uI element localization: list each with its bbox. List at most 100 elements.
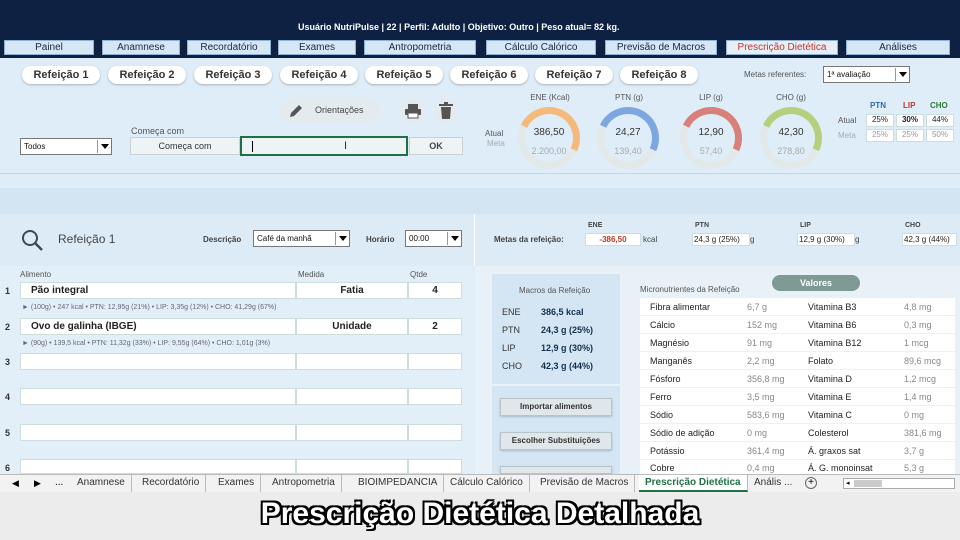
print-button[interactable] xyxy=(400,98,426,124)
metas-lip-value: 12,9 g (30%) xyxy=(797,233,855,246)
food-cell[interactable] xyxy=(20,459,296,474)
sheet-tab-antropometria[interactable]: Antropometria xyxy=(266,475,342,492)
orientacoes-button[interactable]: Orientações xyxy=(280,98,380,124)
qty-cell[interactable]: 4 xyxy=(408,282,462,299)
metas-ptn-value: 24,3 g (25%) xyxy=(692,233,750,246)
micro-name: Á. graxos sat xyxy=(808,446,861,456)
micro-name: Potássio xyxy=(650,446,685,456)
qty-cell[interactable] xyxy=(408,459,462,474)
descricao-label: Descrição xyxy=(203,235,242,244)
qty-cell[interactable]: 2 xyxy=(408,318,462,335)
micro-name: Manganês xyxy=(650,356,693,366)
meal-tab-2[interactable]: Refeição 2 xyxy=(108,66,186,84)
sheet-tab-bioimpedancia[interactable]: BIOIMPEDANCIA xyxy=(352,475,445,492)
scroll-left-icon[interactable]: ◂ xyxy=(846,480,854,487)
nav-calculo-calorico[interactable]: Cálculo Calórico xyxy=(486,40,596,55)
metas-ref-select[interactable]: 1ª avaliação xyxy=(823,66,910,83)
scrollbar-thumb[interactable] xyxy=(854,480,882,487)
horario-label: Horário xyxy=(366,235,395,244)
more-tabs-ellipsis[interactable]: ... xyxy=(55,477,63,488)
gauge-lip-atual: 12,90 xyxy=(698,127,724,138)
filter-select[interactable]: Todos xyxy=(20,138,112,155)
nav-prescricao-dietetica[interactable]: Prescrição Dietética xyxy=(726,40,838,55)
metas-ref-label: Metas referentes: xyxy=(744,70,807,79)
micro-name: Vitamina C xyxy=(808,410,852,420)
micro-value: 2,2 mg xyxy=(747,356,775,366)
meal-tab-5[interactable]: Refeição 5 xyxy=(365,66,443,84)
nav-exames[interactable]: Exames xyxy=(278,40,356,55)
qty-cell[interactable] xyxy=(408,424,462,441)
descricao-select[interactable]: Café da manhã xyxy=(253,230,350,247)
sheet-tab-anamnese[interactable]: Anamnese xyxy=(71,475,132,492)
micro-row: Cálcio 152 mg Vitamina B6 0,3 mg xyxy=(640,316,955,334)
metas-lip-name: LIP xyxy=(800,222,811,229)
sheet-tab-calculo-calorico[interactable]: Cálculo Calórico xyxy=(444,475,530,492)
micro-name: Vitamina B12 xyxy=(808,338,862,348)
measure-cell[interactable] xyxy=(296,353,408,370)
sheet-tabs: ◀ ▶ ... Anamnese Recordatório Exames Ant… xyxy=(0,474,960,492)
pct-atual-lip: 30% xyxy=(896,114,924,127)
micro-row: Fibra alimentar 6,7 g Vitamina B3 4,8 mg xyxy=(640,298,955,316)
ok-button[interactable]: OK xyxy=(409,137,463,155)
descricao-value: Café da manhã xyxy=(257,234,312,243)
measure-cell[interactable] xyxy=(296,388,408,405)
micro-row: Potássio 361,4 mg Á. graxos sat 3,7 g xyxy=(640,442,955,460)
food-cell[interactable] xyxy=(20,388,296,405)
macro-key-ene: ENE xyxy=(502,307,521,317)
nav-previsao-macros[interactable]: Previsão de Macros xyxy=(605,40,717,55)
micro-value: 152 mg xyxy=(747,320,778,330)
search-input[interactable]: I xyxy=(240,136,408,156)
gauge-cho-meta: 278,80 xyxy=(777,146,805,156)
add-sheet-icon[interactable]: + xyxy=(805,477,817,489)
measure-cell[interactable]: Fatia xyxy=(296,282,408,299)
nav-antropometria[interactable]: Antropometria xyxy=(364,40,476,55)
micro-row: Ferro 3,5 mg Vitamina E 1,4 mg xyxy=(640,388,955,406)
import-foods-button[interactable]: Importar alimentos xyxy=(500,398,612,416)
qty-cell[interactable] xyxy=(408,353,462,370)
meal-tab-8[interactable]: Refeição 8 xyxy=(620,66,698,84)
gauge-ene-meta: 2.200,00 xyxy=(531,146,567,156)
measure-cell[interactable] xyxy=(296,459,408,474)
pct-meta-lip: 25% xyxy=(896,129,924,142)
nav-painel[interactable]: Painel xyxy=(4,40,94,55)
scroll-left-icon[interactable]: ◀ xyxy=(12,478,19,489)
scroll-right-icon[interactable]: ▶ xyxy=(34,478,41,489)
sheet-tab-recordatorio[interactable]: Recordatório xyxy=(136,475,207,492)
measure-cell[interactable] xyxy=(296,424,408,441)
pct-meta-label: Meta xyxy=(838,131,856,140)
nav-anamnese[interactable]: Anamnese xyxy=(102,40,180,55)
valores-button[interactable]: Valores xyxy=(772,275,860,291)
horizontal-scrollbar[interactable]: ◂ xyxy=(843,478,955,489)
meal-tab-4[interactable]: Refeição 4 xyxy=(280,66,358,84)
sheet-tab-prescricao-dietetica[interactable]: Prescrição Dietética xyxy=(639,475,748,492)
food-cell[interactable] xyxy=(20,353,296,370)
orientacoes-label: Orientações xyxy=(315,105,364,115)
horario-select[interactable]: 00:00 xyxy=(405,230,462,247)
gauge-row-atual: Atual xyxy=(485,129,504,138)
sheet-tab-analises[interactable]: Anális ... xyxy=(748,475,798,492)
food-cell[interactable]: Pão integral xyxy=(20,282,296,299)
micro-value: 1 mcg xyxy=(904,338,929,348)
sheet-tab-exames[interactable]: Exames xyxy=(212,475,262,492)
nav-analises[interactable]: Análises xyxy=(846,40,950,55)
food-cell[interactable] xyxy=(20,424,296,441)
meal-tab-3[interactable]: Refeição 3 xyxy=(194,66,272,84)
metas-ref-value: 1ª avaliação xyxy=(827,70,871,79)
trash-icon xyxy=(439,102,453,119)
meal-tab-7[interactable]: Refeição 7 xyxy=(535,66,613,84)
sheet-tab-previsao-macros[interactable]: Previsão de Macros xyxy=(534,475,636,492)
meal-tab-1[interactable]: Refeição 1 xyxy=(22,66,100,84)
measure-cell[interactable]: Unidade xyxy=(296,318,408,335)
meal-tab-6[interactable]: Refeição 6 xyxy=(450,66,528,84)
divider xyxy=(0,173,960,174)
nav-recordatorio[interactable]: Recordatório xyxy=(187,40,271,55)
choose-substitutions-button[interactable]: Escolher Substituições xyxy=(500,432,612,450)
qty-cell[interactable] xyxy=(408,388,462,405)
micro-title: Micronutrientes da Refeição xyxy=(640,285,740,294)
food-cell[interactable]: Ovo de galinha (IBGE) xyxy=(20,318,296,335)
starts-with-mode[interactable]: Começa com xyxy=(130,137,240,155)
delete-button[interactable] xyxy=(433,98,459,124)
extra-button[interactable] xyxy=(500,466,612,474)
macro-value-cho: 42,3 g (44%) xyxy=(541,361,594,371)
ibeam-cursor-icon: I xyxy=(344,140,348,152)
